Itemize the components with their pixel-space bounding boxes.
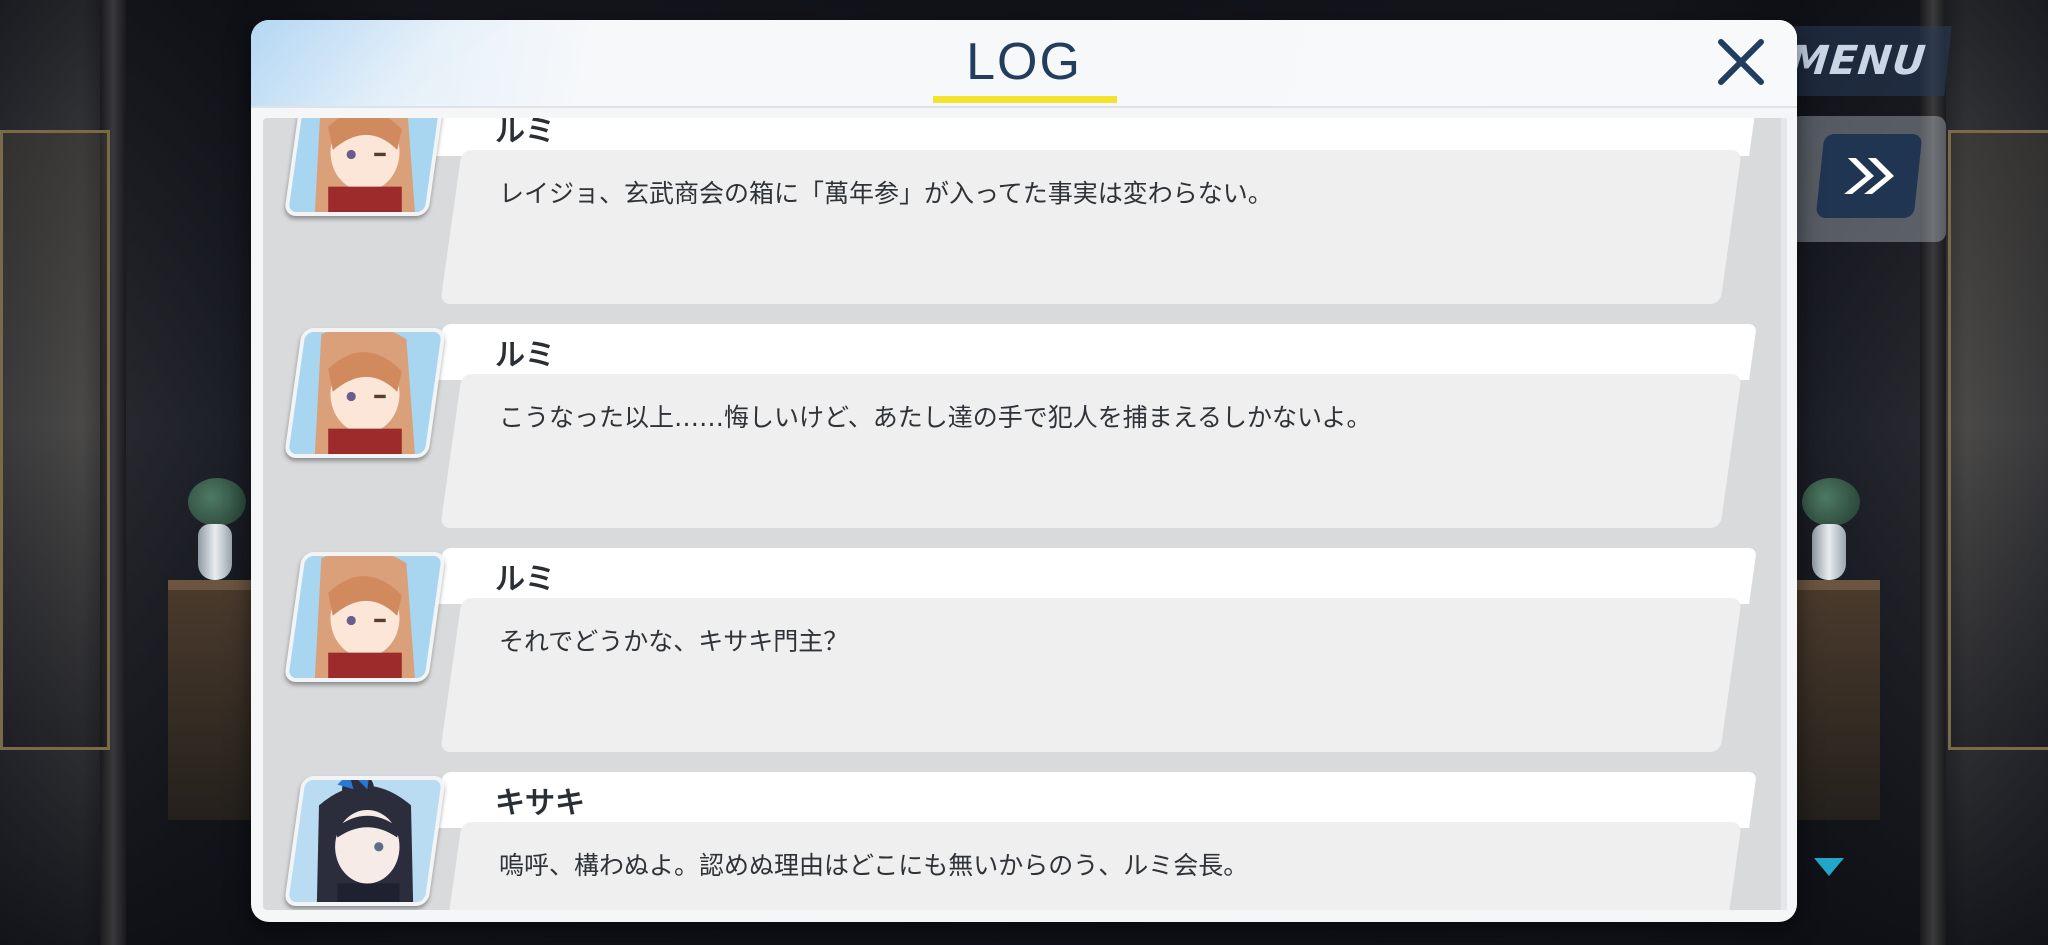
speaker-name: キサキ bbox=[495, 786, 585, 821]
title-underline bbox=[933, 96, 1117, 103]
vase bbox=[198, 524, 232, 580]
bubble-tail bbox=[475, 406, 493, 434]
message-text: レイジョ、玄武商会の箱に「萬年参」が入ってた事実は変わらない。 bbox=[499, 179, 1273, 208]
rumi-portrait-icon bbox=[286, 118, 444, 216]
message-text: それでどうかな、キサキ門主？ bbox=[499, 627, 849, 656]
log-entry: キサキ 嗚呼、構わぬよ。認めぬ理由はどこにも無いからのう、ルミ会長。 bbox=[263, 772, 1783, 910]
close-button[interactable] bbox=[1713, 34, 1769, 90]
name-bar bbox=[435, 772, 1757, 828]
bubble-tail bbox=[475, 630, 493, 658]
wall-panel bbox=[1948, 130, 2048, 750]
name-bar bbox=[435, 324, 1757, 380]
side-table bbox=[168, 580, 256, 820]
close-icon bbox=[1718, 39, 1764, 85]
side-table bbox=[1792, 580, 1880, 820]
speaker-name: ルミ bbox=[495, 562, 555, 597]
bubble-tail bbox=[475, 182, 493, 210]
speaker-name: ルミ bbox=[495, 338, 555, 373]
speaker-portrait bbox=[283, 328, 447, 458]
speaker-portrait bbox=[283, 776, 447, 906]
plant bbox=[1802, 478, 1860, 526]
rumi-portrait-icon bbox=[286, 552, 444, 682]
rumi-portrait-icon bbox=[286, 328, 444, 458]
log-title: LOG bbox=[966, 33, 1082, 91]
double-chevron-right-icon bbox=[1844, 158, 1894, 194]
scrollbar[interactable] bbox=[1781, 118, 1787, 910]
message-text: 嗚呼、構わぬよ。認めぬ理由はどこにも無いからのう、ルミ会長。 bbox=[499, 851, 1249, 880]
log-list[interactable]: ルミ レイジョ、玄武商会の箱に「萬年参」が入ってた事実は変わらない。 ルミ こう… bbox=[263, 118, 1783, 910]
fast-forward-button[interactable] bbox=[1815, 134, 1923, 218]
log-entry: ルミ こうなった以上……悔しいけど、あたし達の手で犯人を捕まえるしかないよ。 bbox=[263, 324, 1783, 528]
log-entry: ルミ レイジョ、玄武商会の箱に「萬年参」が入ってた事実は変わらない。 bbox=[263, 118, 1783, 304]
kisaki-portrait-icon bbox=[286, 776, 444, 906]
speaker-portrait bbox=[283, 552, 447, 682]
vase bbox=[1812, 524, 1846, 580]
speaker-name: ルミ bbox=[495, 118, 555, 149]
log-header: LOG bbox=[251, 20, 1797, 108]
name-bar bbox=[435, 548, 1757, 604]
wall-panel bbox=[0, 130, 110, 750]
triangle-down-icon bbox=[1814, 858, 1844, 876]
plant bbox=[188, 478, 246, 526]
speaker-portrait bbox=[283, 118, 447, 216]
bubble-tail bbox=[475, 854, 493, 882]
message-text: こうなった以上……悔しいけど、あたし達の手で犯人を捕まえるしかないよ。 bbox=[499, 403, 1372, 432]
log-window: LOG ルミ レイジョ、玄武商会の箱に「萬年参」が入ってた事実は変わらない。 ル… bbox=[251, 20, 1797, 922]
log-entry: ルミ それでどうかな、キサキ門主？ bbox=[263, 548, 1783, 752]
